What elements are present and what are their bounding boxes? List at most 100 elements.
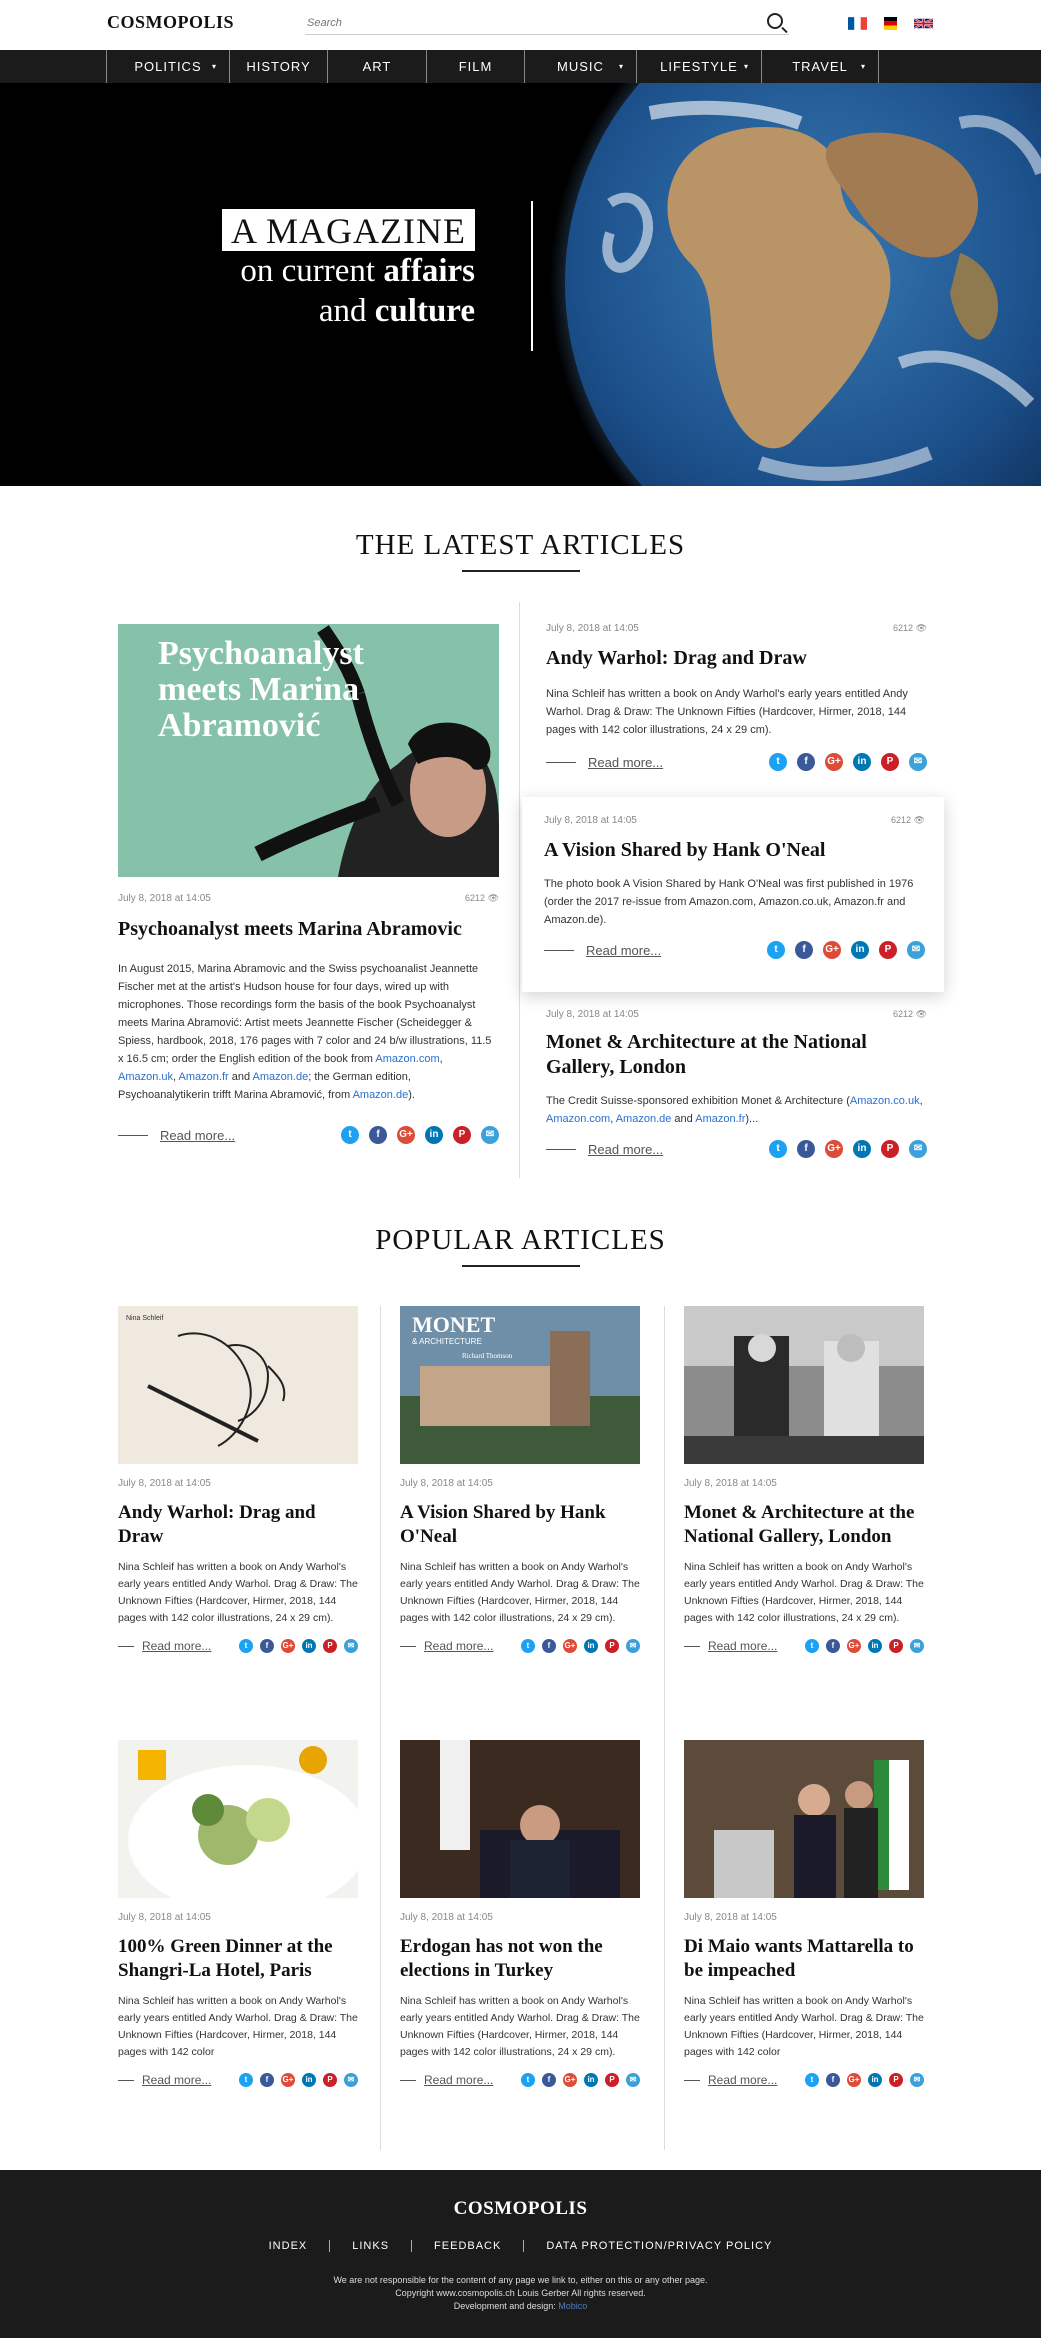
footer-logo[interactable]: COSMOPOLIS [0,2198,1041,2220]
article-title[interactable]: A Vision Shared by Hank O'Neal [544,838,925,863]
read-more-link[interactable]: Read more... [118,2073,211,2087]
amazon-link[interactable]: Amazon.com [546,1113,610,1125]
google-plus-icon[interactable]: G+ [825,1140,843,1158]
facebook-icon[interactable]: f [797,753,815,771]
nav-item-film[interactable]: FILM [426,50,524,83]
read-more-link[interactable]: Read more... [118,1639,211,1653]
nav-item-music[interactable]: MUSIC ▾ [524,50,636,83]
facebook-icon[interactable]: f [542,1639,556,1653]
email-icon[interactable]: ✉ [481,1126,499,1144]
facebook-icon[interactable]: f [260,2073,274,2087]
chevron-down-icon[interactable]: ▾ [212,50,217,83]
amazon-link[interactable]: Amazon.com [375,1053,439,1065]
read-more-link[interactable]: Read more... [546,1142,663,1157]
pinterest-icon[interactable]: P [879,941,897,959]
feature-image[interactable]: Psychoanalyst meets Marina Abramović [118,624,499,877]
search-icon[interactable] [767,13,783,29]
card-image[interactable]: Nina Schleif [118,1306,358,1464]
card-title[interactable]: Andy Warhol: Drag and Draw [118,1501,358,1549]
twitter-icon[interactable]: t [239,2073,253,2087]
email-icon[interactable]: ✉ [907,941,925,959]
facebook-icon[interactable]: f [260,1639,274,1653]
linkedin-icon[interactable]: in [868,2073,882,2087]
facebook-icon[interactable]: f [795,941,813,959]
card-image[interactable] [684,1306,924,1464]
google-plus-icon[interactable]: G+ [281,2073,295,2087]
read-more-link[interactable]: Read more... [118,1128,235,1143]
pinterest-icon[interactable]: P [881,753,899,771]
facebook-icon[interactable]: f [797,1140,815,1158]
amazon-link[interactable]: Amazon.uk [118,1071,173,1083]
card-image[interactable] [118,1740,358,1898]
facebook-icon[interactable]: f [826,1639,840,1653]
google-plus-icon[interactable]: G+ [563,1639,577,1653]
flag-gb-icon[interactable] [914,17,933,30]
email-icon[interactable]: ✉ [626,1639,640,1653]
site-logo[interactable]: COSMOPOLIS [107,12,234,33]
linkedin-icon[interactable]: in [851,941,869,959]
designer-link[interactable]: Mobico [558,2301,587,2311]
flag-de-icon[interactable] [881,17,900,30]
article-title[interactable]: Andy Warhol: Drag and Draw [546,646,927,671]
facebook-icon[interactable]: f [542,2073,556,2087]
email-icon[interactable]: ✉ [626,2073,640,2087]
chevron-down-icon[interactable]: ▾ [861,50,866,83]
twitter-icon[interactable]: t [805,2073,819,2087]
twitter-icon[interactable]: t [521,1639,535,1653]
footer-link-index[interactable]: INDEX [247,2240,331,2252]
read-more-link[interactable]: Read more... [544,943,661,958]
facebook-icon[interactable]: f [826,2073,840,2087]
feature-title[interactable]: Psychoanalyst meets Marina Abramovic [118,917,499,942]
amazon-link[interactable]: Amazon.de [253,1071,309,1083]
google-plus-icon[interactable]: G+ [397,1126,415,1144]
google-plus-icon[interactable]: G+ [281,1639,295,1653]
article-title[interactable]: Monet & Architecture at the National Gal… [546,1030,927,1080]
card-title[interactable]: Di Maio wants Mattarella to be impeached [684,1935,924,1983]
twitter-icon[interactable]: t [805,1639,819,1653]
linkedin-icon[interactable]: in [302,2073,316,2087]
card-title[interactable]: Erdogan has not won the elections in Tur… [400,1935,640,1983]
pinterest-icon[interactable]: P [605,2073,619,2087]
email-icon[interactable]: ✉ [909,1140,927,1158]
linkedin-icon[interactable]: in [425,1126,443,1144]
nav-item-history[interactable]: HISTORY [229,50,327,83]
email-icon[interactable]: ✉ [344,2073,358,2087]
card-image[interactable] [400,1740,640,1898]
chevron-down-icon[interactable]: ▾ [744,50,749,83]
pinterest-icon[interactable]: P [453,1126,471,1144]
read-more-link[interactable]: Read more... [684,1639,777,1653]
nav-item-travel[interactable]: TRAVEL ▾ [761,50,879,83]
linkedin-icon[interactable]: in [853,753,871,771]
card-image[interactable]: MONET & ARCHITECTURE Richard Thomson [400,1306,640,1464]
read-more-link[interactable]: Read more... [400,2073,493,2087]
card-image[interactable] [684,1740,924,1898]
linkedin-icon[interactable]: in [853,1140,871,1158]
footer-link-feedback[interactable]: FEEDBACK [412,2240,525,2252]
card-title[interactable]: Monet & Architecture at the National Gal… [684,1501,924,1549]
google-plus-icon[interactable]: G+ [563,2073,577,2087]
facebook-icon[interactable]: f [369,1126,387,1144]
card-title[interactable]: 100% Green Dinner at the Shangri-La Hote… [118,1935,358,1983]
pinterest-icon[interactable]: P [881,1140,899,1158]
twitter-icon[interactable]: t [767,941,785,959]
pinterest-icon[interactable]: P [323,2073,337,2087]
read-more-link[interactable]: Read more... [546,755,663,770]
amazon-link[interactable]: Amazon.co.uk [850,1095,920,1107]
nav-item-politics[interactable]: POLITICS ▾ [106,50,229,83]
amazon-link[interactable]: Amazon.de [353,1089,409,1101]
chevron-down-icon[interactable]: ▾ [619,50,624,83]
card-title[interactable]: A Vision Shared by Hank O'Neal [400,1501,640,1549]
linkedin-icon[interactable]: in [868,1639,882,1653]
amazon-link[interactable]: Amazon.fr [695,1113,745,1125]
read-more-link[interactable]: Read more... [684,2073,777,2087]
amazon-link[interactable]: Amazon.fr [179,1071,229,1083]
linkedin-icon[interactable]: in [302,1639,316,1653]
linkedin-icon[interactable]: in [584,2073,598,2087]
twitter-icon[interactable]: t [341,1126,359,1144]
google-plus-icon[interactable]: G+ [825,753,843,771]
search-input[interactable] [305,13,745,33]
nav-item-art[interactable]: ART [327,50,426,83]
footer-link-data-protection-privacy-policy[interactable]: DATA PROTECTION/PRIVACY POLICY [524,2240,794,2252]
twitter-icon[interactable]: t [521,2073,535,2087]
pinterest-icon[interactable]: P [323,1639,337,1653]
